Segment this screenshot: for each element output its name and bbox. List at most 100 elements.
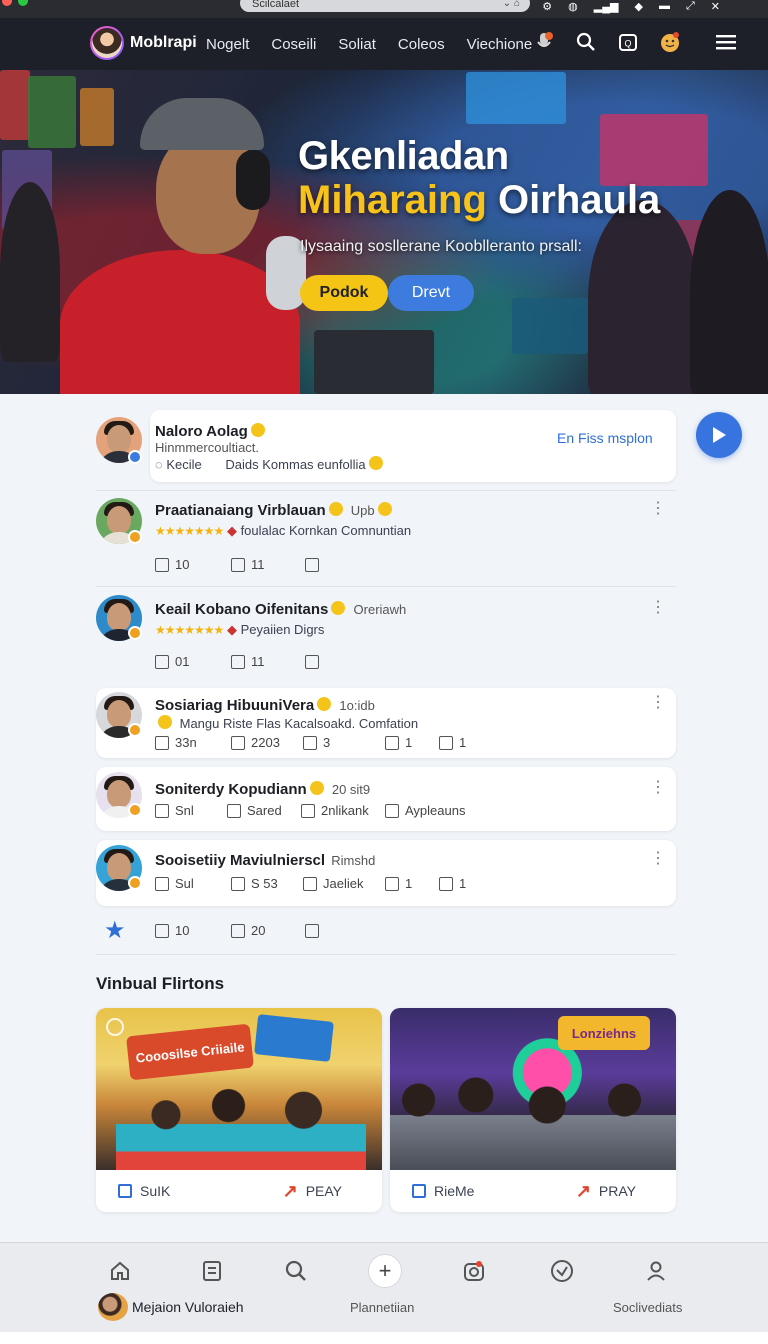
play-button[interactable] [696, 412, 742, 458]
comment-action[interactable]: 11 [231, 654, 305, 669]
home-icon[interactable] [100, 1256, 140, 1286]
center-tab-label[interactable]: Plannetiian [350, 1300, 414, 1315]
comment-action[interactable]: Snl [155, 803, 227, 818]
share-action[interactable] [305, 923, 325, 938]
hero-secondary-button[interactable]: Drevt [388, 275, 474, 311]
host-cap [140, 98, 264, 150]
virtual-card-left-action[interactable]: RieMe [412, 1183, 474, 1199]
smile-icon [227, 803, 241, 818]
like-action[interactable]: 33n [155, 735, 231, 750]
close-icon[interactable]: ✕ [711, 0, 720, 13]
globe-icon[interactable]: ◍ [568, 0, 578, 13]
share-action[interactable] [305, 557, 325, 572]
comment-icon[interactable]: ◌ [155, 457, 163, 472]
virtual-card[interactable]: Lonziehns RieMe ↗ PRAY [390, 1008, 676, 1212]
address-bar[interactable]: Scilcalaet ⌄ ⌂ [240, 0, 530, 12]
comment-action[interactable]: 11 [231, 557, 305, 572]
home-tab-label[interactable]: Mejaion Vuloraieh [132, 1299, 244, 1315]
status-badge [128, 876, 142, 890]
save-action[interactable]: 1 [439, 876, 466, 891]
more-options-icon[interactable]: ⋮ [650, 501, 666, 517]
crowd-person [690, 190, 768, 394]
emoji-icon [309, 781, 324, 795]
profile-avatar[interactable] [90, 26, 124, 60]
virtual-card[interactable]: Cooosilse Criiaile SuIK ↗ PEAY [96, 1008, 382, 1212]
virtual-card-play-action[interactable]: ↗ PEAY [283, 1181, 342, 1202]
like-action[interactable]: 01 [155, 654, 231, 669]
microphone-icon[interactable] [532, 30, 556, 54]
nav-link-4[interactable]: Coleos [398, 36, 445, 53]
profile-icon[interactable] [636, 1256, 676, 1286]
hero-subtitle: Ilysaaing soslleranе Koobllеranto prsall… [300, 238, 582, 255]
headphones [236, 150, 270, 210]
emoji-icon [250, 423, 265, 437]
star-icon[interactable]: ★ [104, 916, 126, 945]
comment-action[interactable]: S 53 [231, 876, 303, 891]
home-tab-avatar[interactable] [98, 1293, 128, 1321]
share-action[interactable] [305, 654, 325, 669]
react-action[interactable]: 1 [385, 876, 439, 891]
verified-badge [128, 450, 142, 464]
nav-link-1[interactable]: Nogelt [206, 36, 249, 53]
status-badge [128, 723, 142, 737]
nav-link-2[interactable]: Coseili [271, 36, 316, 53]
brand-name[interactable]: Moblrapi [130, 34, 197, 52]
comment-icon [231, 557, 245, 572]
settings-icon[interactable]: ⚙ [542, 0, 552, 13]
virtual-card-play-action[interactable]: ↗ PRAY [576, 1181, 636, 1202]
share-icon [412, 1184, 426, 1198]
nav-link-5[interactable]: Viechione [467, 36, 533, 53]
target-icon[interactable] [106, 1018, 124, 1036]
comment-action[interactable]: 2203 [231, 735, 303, 750]
more-options-icon[interactable]: ⋮ [650, 780, 666, 796]
bolt-icon [385, 735, 399, 750]
post-subtitle-row: ★★★★★★★ ◆ Peyaiien Digrs [155, 622, 324, 638]
post-card[interactable] [96, 840, 676, 906]
window-controls[interactable] [2, 0, 28, 6]
rating-stars: ★★★★★★★ [155, 623, 224, 637]
search-icon[interactable] [574, 30, 598, 54]
reply-label[interactable]: Kecile [166, 457, 201, 472]
camera-icon[interactable] [454, 1256, 494, 1286]
boost-action[interactable]: 3 [303, 735, 385, 750]
create-post-button[interactable]: + [368, 1254, 402, 1288]
top-navigation: Moblrapi Nogelt Coseili Soliat Coleos Vi… [0, 18, 768, 70]
signal-icon: ▂▄▆ [593, 1, 619, 13]
virtual-card-image[interactable]: Cooosilse Criiaile [96, 1008, 382, 1170]
like-action[interactable]: Sul [155, 876, 231, 891]
more-options-icon[interactable]: ⋮ [650, 600, 666, 616]
react-action[interactable]: Sared [227, 803, 301, 818]
expand-icon[interactable]: ⤢ [686, 0, 695, 13]
virtual-card-footer: RieMe ↗ PRAY [390, 1170, 676, 1212]
calendar-icon[interactable]: Q [616, 30, 640, 54]
emoji-icon[interactable] [658, 30, 682, 54]
right-tab-label[interactable]: Soclivediats [613, 1300, 682, 1315]
like-action[interactable]: 10 [155, 923, 231, 938]
react-action[interactable]: 1 [385, 735, 439, 750]
document-icon[interactable] [192, 1256, 232, 1286]
more-options-icon[interactable]: ⋮ [650, 695, 666, 711]
close-window-dot[interactable] [2, 0, 12, 6]
image-people [116, 1078, 366, 1170]
laptop [314, 330, 434, 394]
boost-action[interactable]: Jaeliek [303, 876, 385, 891]
search-icon[interactable] [276, 1256, 316, 1286]
post-card[interactable] [96, 767, 676, 831]
virtual-card-image[interactable]: Lonziehns [390, 1008, 676, 1170]
like-action[interactable]: 10 [155, 557, 231, 572]
save-action[interactable]: 1 [439, 735, 466, 750]
minimize-window-dot[interactable] [18, 0, 28, 6]
image-sign: Cooosilse Criiaile [126, 1023, 254, 1081]
address-bar-controls[interactable]: ⌄ ⌂ [503, 0, 520, 9]
hero-primary-button[interactable]: Podok [300, 275, 388, 311]
menu-icon[interactable] [714, 30, 738, 54]
follow-link[interactable]: En Fiss msplon [557, 430, 653, 446]
more-options-icon[interactable]: ⋮ [650, 851, 666, 867]
play-icon [713, 427, 726, 443]
comment-action[interactable]: 20 [231, 923, 305, 938]
link-action[interactable]: 2nlikank [301, 803, 385, 818]
nav-link-3[interactable]: Soliat [338, 36, 376, 53]
apply-action[interactable]: Ayplеauns [385, 803, 465, 818]
virtual-card-left-action[interactable]: SuIK [118, 1183, 170, 1199]
check-icon[interactable] [542, 1256, 582, 1286]
